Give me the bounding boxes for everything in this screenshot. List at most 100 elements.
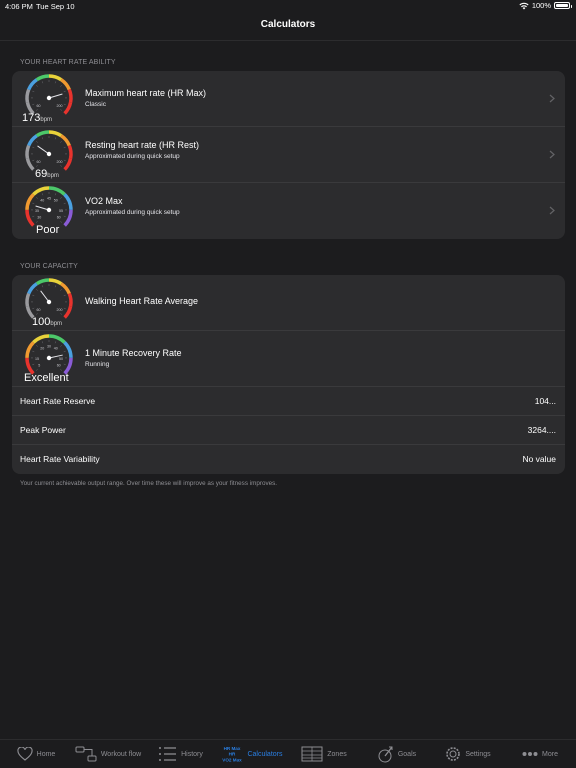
walking-hr-gauge: 60 200 100bpm xyxy=(22,275,76,331)
gauge-arc-segment xyxy=(25,292,31,307)
list-item-hr-max[interactable]: 60 200 173bpm Maximum heart rate (HR Max)… xyxy=(12,71,565,127)
zones-icon xyxy=(301,746,323,762)
gauge-hub xyxy=(46,95,52,101)
tab-history[interactable]: History xyxy=(144,740,216,768)
battery-percent: 100% xyxy=(531,1,551,10)
tab-goals[interactable]: Goals xyxy=(360,740,432,768)
tab-workout-flow[interactable]: Workout flow xyxy=(72,740,144,768)
list-item-peak-power[interactable]: Peak Power 3264.... xyxy=(12,416,565,445)
wifi-icon xyxy=(519,2,529,9)
gauge-tick-label: 40 xyxy=(54,347,58,351)
gauge-tick xyxy=(63,294,66,297)
gauge-arc-segment xyxy=(27,134,38,147)
gauge-arc-segment xyxy=(60,134,71,147)
capacity-card: 60 200 100bpm Walking Heart Rate Average … xyxy=(12,275,565,474)
gauge-arc-segment xyxy=(67,88,73,103)
gauge-arc-segment xyxy=(25,341,35,359)
gauge-hub xyxy=(46,207,52,213)
gauge-tick xyxy=(41,285,44,288)
tab-home[interactable]: Home xyxy=(0,740,72,768)
hr-rest-title: Resting heart rate (HR Rest) xyxy=(85,140,200,150)
gauge-arc-segment xyxy=(35,278,50,286)
list-item-vo2-max[interactable]: 30 35 40 45 50 55 60 Poor VO2 Max Approximated… xyxy=(12,183,565,239)
gauge-arc-segment xyxy=(48,186,66,196)
gauge-arc-segment xyxy=(25,144,31,159)
tab-settings[interactable]: Settings xyxy=(432,740,504,768)
gauge-tick xyxy=(60,369,62,371)
gauge-arc-segment xyxy=(48,278,63,286)
tab-calculators[interactable]: HR Max HR VO2 Max Calculators xyxy=(216,740,288,768)
gauge-arc-segment xyxy=(67,292,73,307)
gauge-arc-segment xyxy=(25,193,35,211)
gauge-tick xyxy=(32,307,35,310)
hr-rest-gauge: 60 200 69bpm xyxy=(22,127,76,183)
gauge-tick xyxy=(36,369,38,371)
gauge-tick xyxy=(32,363,35,366)
gauge-tick xyxy=(41,193,44,196)
gauge-tick xyxy=(63,103,66,106)
gauge-arc-segment xyxy=(67,144,73,159)
gauge-tick xyxy=(54,341,57,344)
gauge-tick xyxy=(32,294,35,297)
workout-flow-icon xyxy=(75,746,97,762)
vo2-max-subtitle: Approximated during quick setup xyxy=(85,209,180,216)
gauge-tick xyxy=(63,350,66,353)
gauge-hub xyxy=(46,355,52,361)
section-header-capacity: YOUR CAPACITY xyxy=(20,263,78,270)
tab-label: Zones xyxy=(327,750,347,758)
gauge-tick xyxy=(32,103,35,106)
gauge-tick-label: 30 xyxy=(47,345,51,349)
svg-text:VO2 Max: VO2 Max xyxy=(223,758,243,763)
list-item-recovery-rate[interactable]: 5 15 20 30 40 50 60 Excellent 1 Minute Recover… xyxy=(12,331,565,387)
hrv-value: No value xyxy=(522,454,556,464)
gauge-arc-segment xyxy=(35,74,50,82)
hr-rest-subtitle: Approximated during quick setup xyxy=(85,153,180,160)
gauge-tick xyxy=(60,345,62,347)
nav-divider xyxy=(0,40,576,41)
tab-label: Home xyxy=(36,750,56,758)
list-item-hr-reserve[interactable]: Heart Rate Reserve 104... xyxy=(12,387,565,416)
gauge-arc-segment xyxy=(35,130,50,138)
tab-bar: Home Workout flow History HR Max HR VO2 … xyxy=(0,739,576,768)
gauge-tick xyxy=(36,109,38,111)
gauge-arc-segment xyxy=(25,88,31,103)
tab-zones[interactable]: Zones xyxy=(288,740,360,768)
gauge-tick xyxy=(63,363,66,366)
gauge-tick xyxy=(63,307,66,310)
gauge-tick xyxy=(41,137,44,140)
tab-label: Workout flow xyxy=(100,750,142,758)
tab-label: Goals xyxy=(397,750,417,758)
gauge-tick-label: 50 xyxy=(59,357,63,361)
gauge-tick xyxy=(54,81,57,84)
gauge-tick xyxy=(54,137,57,140)
gauge-tick-label: 35 xyxy=(35,209,39,213)
gauge-tick xyxy=(41,81,44,84)
gauge-tick xyxy=(41,341,44,344)
gauge-arc-segment xyxy=(25,209,35,227)
list-item-walking-hr[interactable]: 60 200 100bpm Walking Heart Rate Average xyxy=(12,275,565,331)
gauge-tick xyxy=(36,165,38,167)
gauge-tick-label: 60 xyxy=(57,364,61,368)
gauge-arc-segment xyxy=(60,282,71,295)
gauge-tick-label: 60 xyxy=(57,216,61,220)
gauge-tick xyxy=(32,202,35,205)
gauge-tick-label: 200 xyxy=(57,308,63,312)
list-item-hr-rest[interactable]: 60 200 69bpm Resting heart rate (HR Rest)… xyxy=(12,127,565,183)
gauge-tick-label: 200 xyxy=(57,160,63,164)
tab-more[interactable]: More xyxy=(504,740,576,768)
status-bar: 4:06 PM Tue Sep 10 100% xyxy=(0,0,576,12)
gauge-tick xyxy=(36,85,38,87)
list-item-hrv[interactable]: Heart Rate Variability No value xyxy=(12,445,565,474)
tab-label: More xyxy=(542,750,558,758)
gauge-tick xyxy=(60,165,62,167)
gauge-tick xyxy=(63,202,66,205)
walking-hr-value: 100bpm xyxy=(32,316,63,328)
gauge-tick xyxy=(36,197,38,199)
vo2-max-title: VO2 Max xyxy=(85,196,123,206)
tab-label: History xyxy=(181,750,203,758)
gauge-tick-label: 60 xyxy=(36,160,40,164)
gauge-hub xyxy=(46,299,52,305)
heart-icon xyxy=(17,747,33,761)
gauge-tick-label: 40 xyxy=(40,199,44,203)
chevron-right-icon xyxy=(549,206,555,215)
